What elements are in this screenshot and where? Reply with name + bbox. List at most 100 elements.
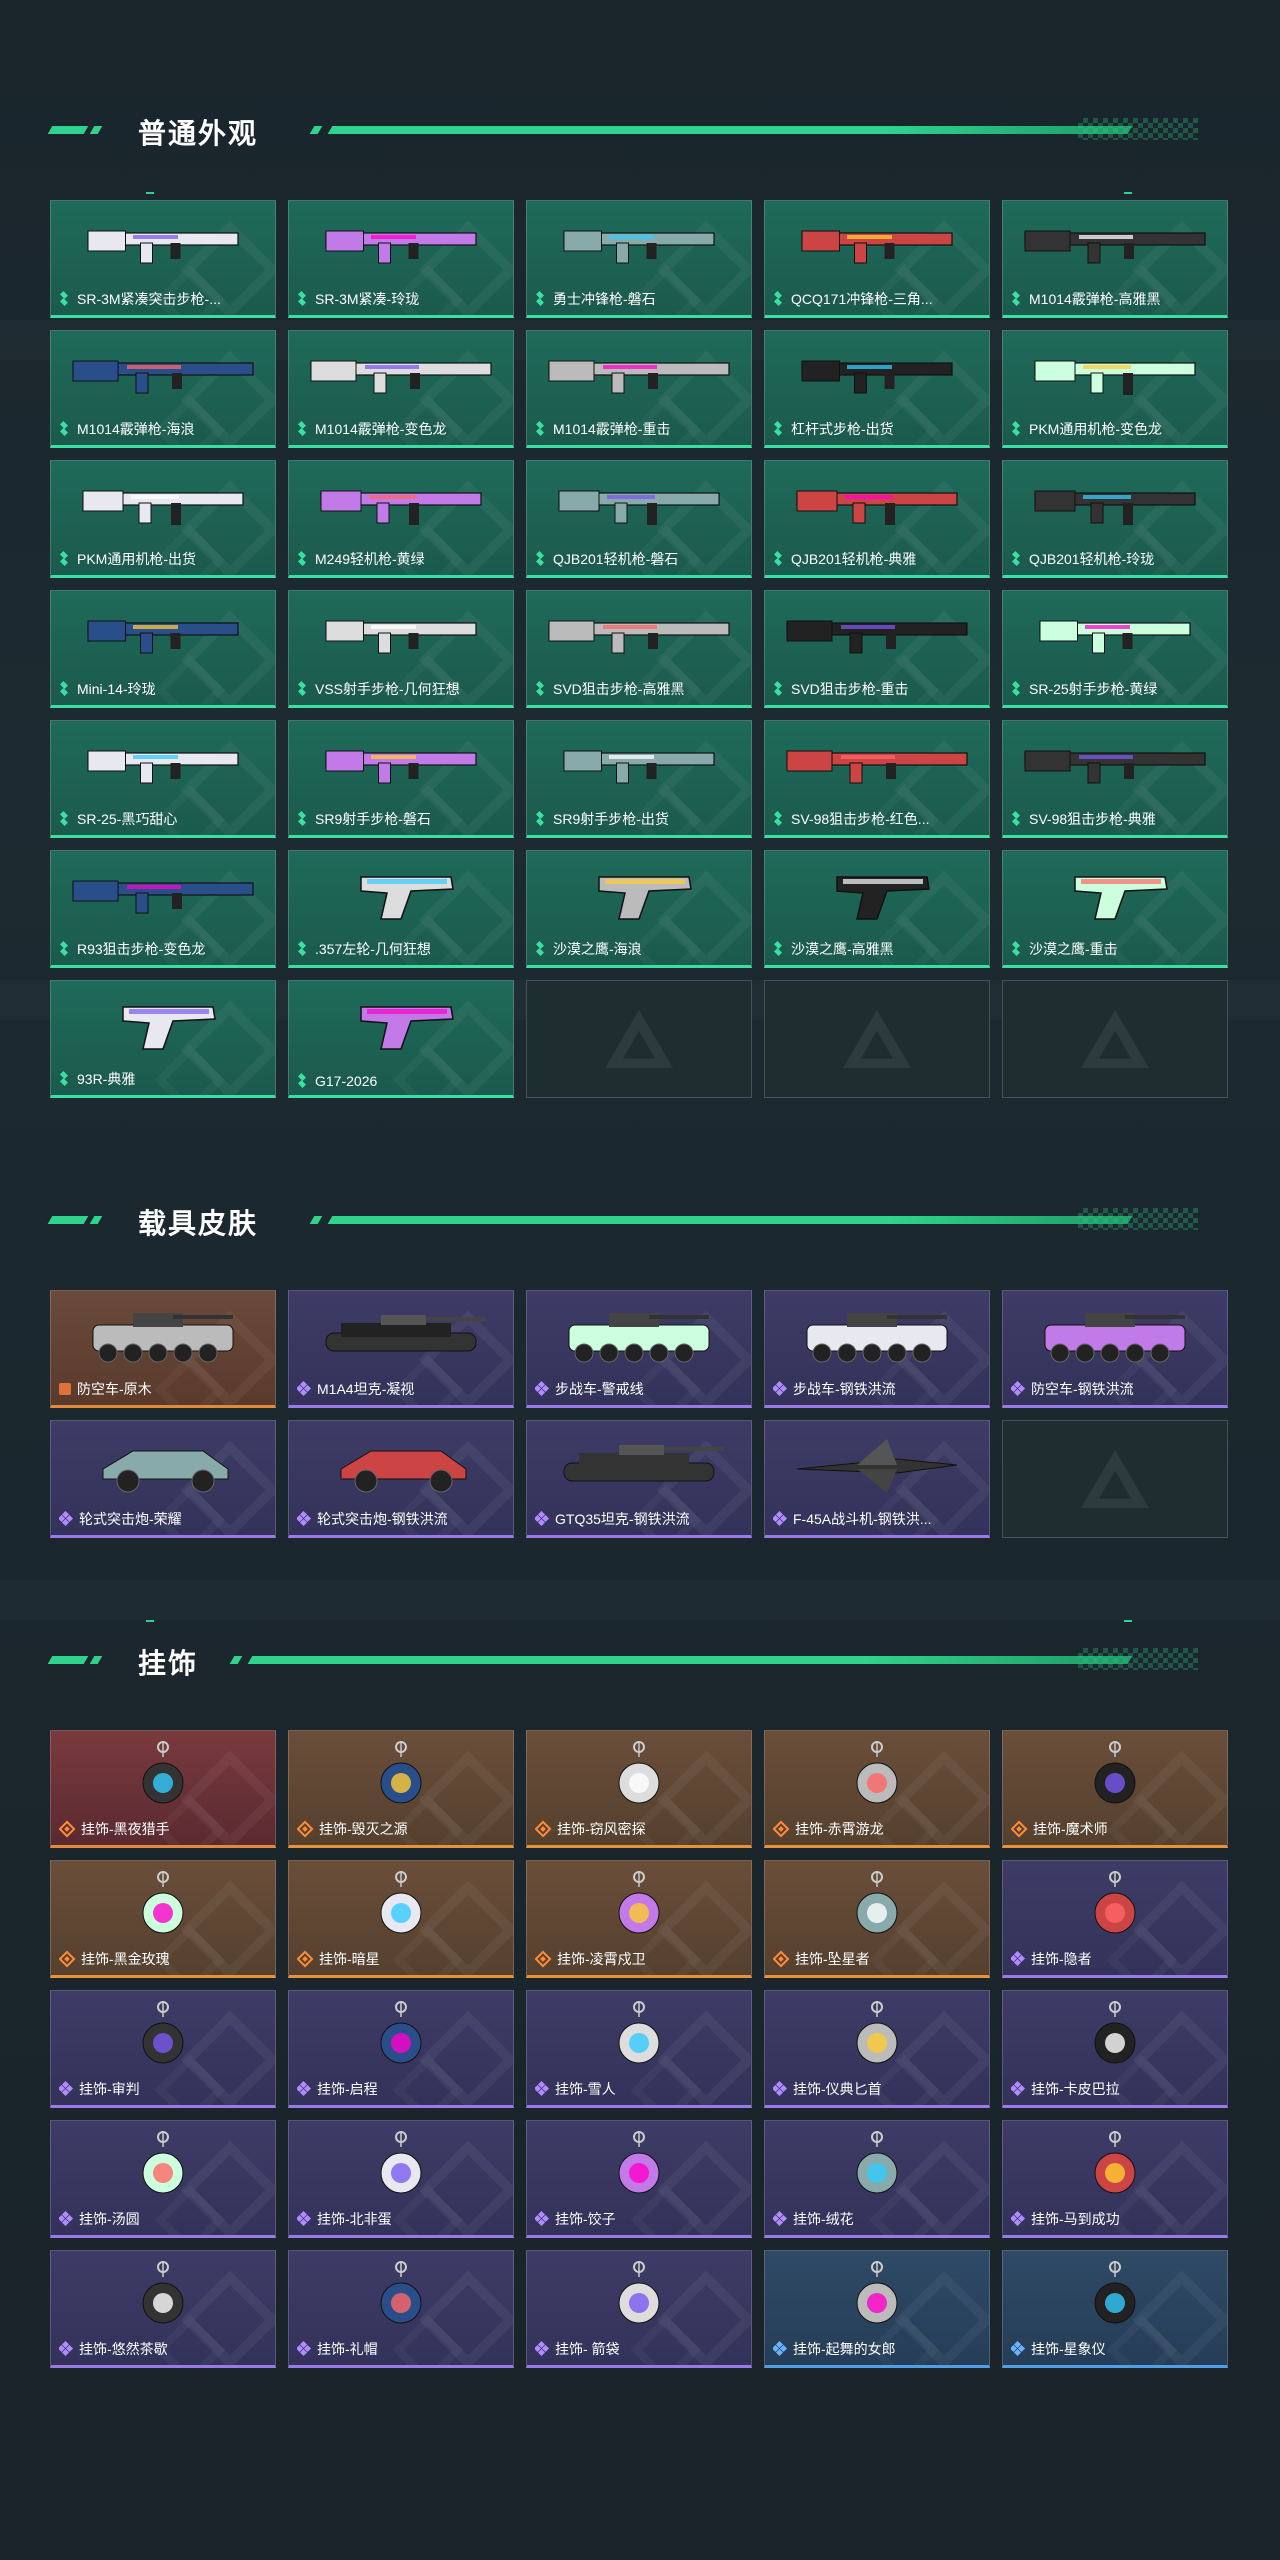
charm-card[interactable]: 挂饰-悠然茶歇 bbox=[50, 2250, 276, 2368]
charm-card[interactable]: 挂饰-马到成功 bbox=[1002, 2120, 1228, 2238]
charm-card[interactable]: 挂饰-启程 bbox=[288, 1990, 514, 2108]
item-name-label: 挂饰-卡皮巴拉 bbox=[1011, 2079, 1221, 2099]
skin-card[interactable]: VSS射手步枪-几何狂想 bbox=[288, 590, 514, 708]
charm-card[interactable]: 挂饰-汤圆 bbox=[50, 2120, 276, 2238]
rarity-icon bbox=[535, 552, 545, 566]
skin-card[interactable]: QCQ171冲锋枪-三角... bbox=[764, 200, 990, 318]
skin-card[interactable]: M1014霰弹枪-重击 bbox=[526, 330, 752, 448]
charm-card[interactable]: 挂饰-绒花 bbox=[764, 2120, 990, 2238]
weapon-image bbox=[539, 339, 739, 411]
skin-card[interactable]: M1014霰弹枪-变色龙 bbox=[288, 330, 514, 448]
header-decoration bbox=[89, 126, 103, 134]
charm-card[interactable]: 挂饰-魔术师 bbox=[1002, 1730, 1228, 1848]
charm-card[interactable]: 挂饰- 箭袋 bbox=[526, 2250, 752, 2368]
item-name-label: M1014霰弹枪-高雅黑 bbox=[1011, 289, 1221, 309]
charm-card[interactable]: 挂饰-起舞的女郎 bbox=[764, 2250, 990, 2368]
skin-card[interactable]: M1014霰弹枪-高雅黑 bbox=[1002, 200, 1228, 318]
charm-card[interactable]: 挂饰-凌霄戍卫 bbox=[526, 1860, 752, 1978]
vehicle-skin-card[interactable]: 防空车-钢铁洪流 bbox=[1002, 1290, 1228, 1408]
skin-card[interactable]: SR-25射手步枪-黄绿 bbox=[1002, 590, 1228, 708]
skin-card[interactable]: SR9射手步枪-磐石 bbox=[288, 720, 514, 838]
rarity-icon bbox=[59, 942, 69, 956]
charm-card[interactable]: 挂饰-黑夜猎手 bbox=[50, 1730, 276, 1848]
vehicle-skin-card[interactable]: 步战车-警戒线 bbox=[526, 1290, 752, 1408]
header-decoration bbox=[1078, 1208, 1198, 1230]
skin-card[interactable]: QJB201轻机枪-典雅 bbox=[764, 460, 990, 578]
vehicle-skin-card[interactable]: 防空车-原木 bbox=[50, 1290, 276, 1408]
item-name-label: 挂饰-汤圆 bbox=[59, 2209, 269, 2229]
vehicle-skin-card[interactable]: 轮式突击炮-荣耀 bbox=[50, 1420, 276, 1538]
weapon-image bbox=[777, 729, 977, 801]
rarity-icon bbox=[773, 2210, 788, 2227]
skin-card[interactable]: SR9射手步枪-出货 bbox=[526, 720, 752, 838]
skin-card[interactable]: SVD狙击步枪-高雅黑 bbox=[526, 590, 752, 708]
charm-card[interactable]: 挂饰-坠星者 bbox=[764, 1860, 990, 1978]
skin-card[interactable]: R93狙击步枪-变色龙 bbox=[50, 850, 276, 968]
item-name: 步战车-钢铁洪流 bbox=[793, 1381, 896, 1397]
charm-card[interactable]: 挂饰-赤霄游龙 bbox=[764, 1730, 990, 1848]
vehicle-skin-card[interactable]: 步战车-钢铁洪流 bbox=[764, 1290, 990, 1408]
item-name: 挂饰-凌霄戍卫 bbox=[557, 1951, 646, 1967]
charm-card[interactable]: 挂饰-礼帽 bbox=[288, 2250, 514, 2368]
skin-card[interactable]: SR-25-黑巧甜心 bbox=[50, 720, 276, 838]
item-name: PKM通用机枪-出货 bbox=[77, 551, 196, 567]
skin-card[interactable]: 沙漠之鹰-高雅黑 bbox=[764, 850, 990, 968]
rarity-icon bbox=[59, 2210, 74, 2227]
rarity-icon bbox=[297, 2340, 312, 2357]
charm-card[interactable]: 挂饰-隐者 bbox=[1002, 1860, 1228, 1978]
vehicle-skin-card[interactable]: M1A4坦克-凝视 bbox=[288, 1290, 514, 1408]
item-name: 挂饰-星象仪 bbox=[1031, 2341, 1106, 2357]
skin-card[interactable]: QJB201轻机枪-玲珑 bbox=[1002, 460, 1228, 578]
item-name: SVD狙击步枪-高雅黑 bbox=[553, 681, 685, 697]
rarity-icon bbox=[297, 942, 307, 956]
charm-card[interactable]: 挂饰-卡皮巴拉 bbox=[1002, 1990, 1228, 2108]
skin-card[interactable]: M1014霰弹枪-海浪 bbox=[50, 330, 276, 448]
skin-card[interactable]: SV-98狙击步枪-红色... bbox=[764, 720, 990, 838]
skin-card[interactable]: SVD狙击步枪-重击 bbox=[764, 590, 990, 708]
charm-image bbox=[1015, 1739, 1215, 1811]
charm-card[interactable]: 挂饰-黑金玫瑰 bbox=[50, 1860, 276, 1978]
skin-card[interactable]: M249轻机枪-黄绿 bbox=[288, 460, 514, 578]
skin-card[interactable]: 沙漠之鹰-重击 bbox=[1002, 850, 1228, 968]
rarity-icon bbox=[535, 682, 545, 696]
rarity-icon bbox=[297, 422, 307, 436]
skin-card[interactable]: QJB201轻机枪-磐石 bbox=[526, 460, 752, 578]
item-name: M1A4坦克-凝视 bbox=[317, 1381, 415, 1397]
charm-card[interactable]: 挂饰-北非蛋 bbox=[288, 2120, 514, 2238]
charm-card[interactable]: 挂饰-雪人 bbox=[526, 1990, 752, 2108]
charm-card[interactable]: 挂饰-星象仪 bbox=[1002, 2250, 1228, 2368]
vehicle-skin-card[interactable]: F-45A战斗机-钢铁洪... bbox=[764, 1420, 990, 1538]
skin-card[interactable]: SR-3M紧凑-玲珑 bbox=[288, 200, 514, 318]
game-logo-icon bbox=[623, 1030, 655, 1059]
rarity-icon bbox=[773, 682, 783, 696]
skin-card[interactable]: SV-98狙击步枪-典雅 bbox=[1002, 720, 1228, 838]
skin-card[interactable]: G17-2026 bbox=[288, 980, 514, 1098]
skin-card[interactable]: 勇士冲锋枪-磐石 bbox=[526, 200, 752, 318]
charm-image bbox=[539, 1739, 739, 1811]
skin-card[interactable]: SR-3M紧凑突击步枪-... bbox=[50, 200, 276, 318]
rarity-icon bbox=[59, 812, 69, 826]
charm-card[interactable]: 挂饰-饺子 bbox=[526, 2120, 752, 2238]
skin-card[interactable]: 93R-典雅 bbox=[50, 980, 276, 1098]
charm-card[interactable]: 挂饰-毁灭之源 bbox=[288, 1730, 514, 1848]
rarity-icon bbox=[59, 2080, 74, 2097]
item-name-label: 挂饰-隐者 bbox=[1011, 1949, 1221, 1969]
weapon-image bbox=[1015, 339, 1215, 411]
item-name-label: SVD狙击步枪-重击 bbox=[773, 679, 983, 699]
skin-card[interactable]: PKM通用机枪-变色龙 bbox=[1002, 330, 1228, 448]
vehicle-skin-card[interactable]: GTQ35坦克-钢铁洪流 bbox=[526, 1420, 752, 1538]
skin-card[interactable]: 杠杆式步枪-出货 bbox=[764, 330, 990, 448]
charm-card[interactable]: 挂饰-仪典匕首 bbox=[764, 1990, 990, 2108]
item-name-label: 挂饰-暗星 bbox=[297, 1949, 507, 1969]
skin-card[interactable]: PKM通用机枪-出货 bbox=[50, 460, 276, 578]
item-name: 挂饰-暗星 bbox=[319, 1951, 380, 1967]
charm-card[interactable]: 挂饰-窃风密探 bbox=[526, 1730, 752, 1848]
charm-card[interactable]: 挂饰-暗星 bbox=[288, 1860, 514, 1978]
charm-image bbox=[63, 1999, 263, 2071]
skin-card[interactable]: 沙漠之鹰-海浪 bbox=[526, 850, 752, 968]
skin-card[interactable]: Mini-14-玲珑 bbox=[50, 590, 276, 708]
skin-card[interactable]: .357左轮-几何狂想 bbox=[288, 850, 514, 968]
header-decoration bbox=[89, 1216, 103, 1224]
charm-card[interactable]: 挂饰-审判 bbox=[50, 1990, 276, 2108]
vehicle-skin-card[interactable]: 轮式突击炮-钢铁洪流 bbox=[288, 1420, 514, 1538]
